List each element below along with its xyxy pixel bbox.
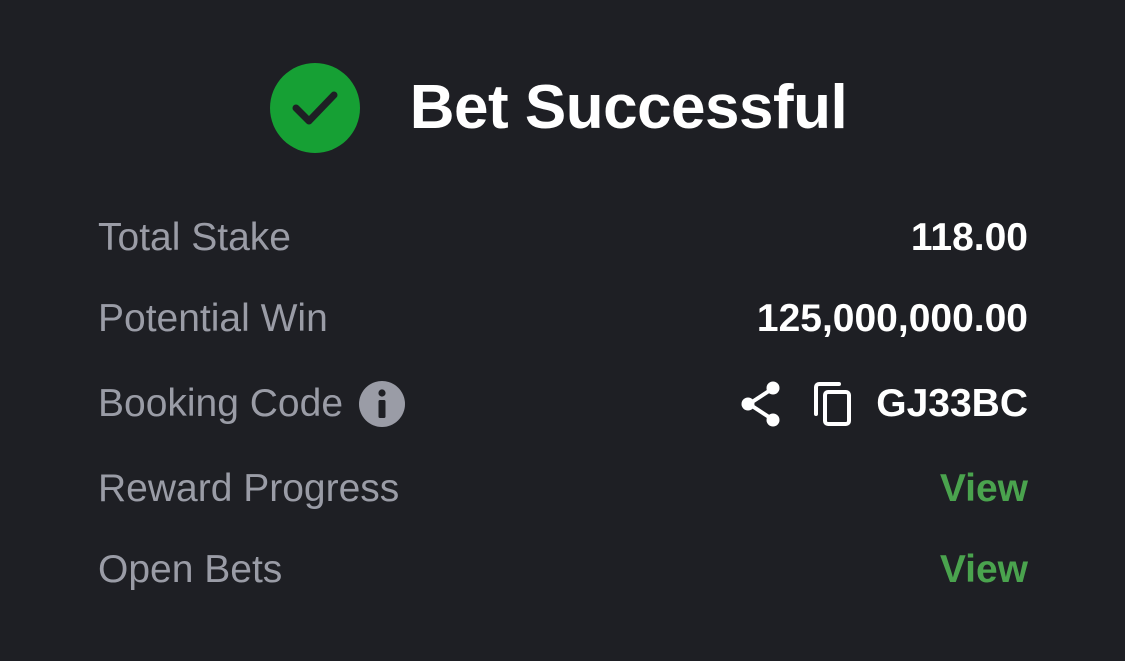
open-bets-row: Open Bets View: [98, 540, 1028, 600]
check-circle-icon: [269, 63, 360, 153]
booking-code-value: GJ33BC: [876, 382, 1028, 425]
total-stake-label: Total Stake: [98, 216, 291, 259]
page-title: Bet Successful: [409, 73, 848, 142]
total-stake-row: Total Stake 118.00: [98, 208, 1028, 268]
reward-progress-label: Reward Progress: [98, 467, 400, 510]
reward-progress-view-link[interactable]: View: [940, 467, 1028, 511]
booking-code-label-group: Booking Code: [98, 381, 406, 427]
booking-code-actions: GJ33BC: [740, 381, 1028, 427]
open-bets-label: Open Bets: [98, 548, 283, 591]
potential-win-value: 125,000,000.00: [756, 297, 1028, 340]
reward-progress-row: Reward Progress View: [98, 459, 1028, 519]
total-stake-value: 118.00: [910, 216, 1028, 259]
booking-code-label: Booking Code: [98, 382, 344, 425]
open-bets-view-link[interactable]: View: [940, 548, 1028, 592]
bet-success-panel: Bet Successful Total Stake 118.00 Potent…: [0, 0, 1125, 661]
booking-code-row: Booking Code GJ33BC: [98, 374, 1028, 434]
potential-win-row: Potential Win 125,000,000.00: [98, 289, 1028, 349]
share-icon[interactable]: [740, 381, 782, 427]
potential-win-label: Potential Win: [98, 297, 328, 340]
copy-icon[interactable]: [812, 381, 854, 427]
info-icon[interactable]: [359, 381, 406, 427]
bet-success-header: Bet Successful: [0, 62, 1125, 154]
